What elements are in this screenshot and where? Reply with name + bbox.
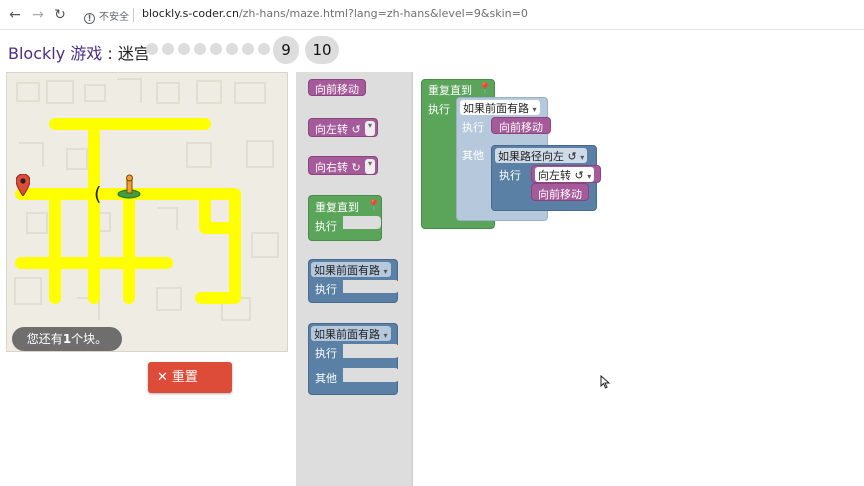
dropdown-arrow-icon[interactable]: ▾ — [365, 121, 376, 136]
maze-path — [15, 118, 241, 304]
statement-slot — [343, 344, 399, 358]
maze-svg — [14, 78, 279, 321]
workspace-turn-left-block[interactable]: 向左转 ↺ ▾ — [531, 165, 601, 183]
warning-icon: ! — [84, 13, 95, 24]
close-icon: ✕ — [157, 370, 168, 385]
level-6-dot[interactable] — [226, 43, 238, 55]
dropdown-arrow-icon[interactable]: ▾ — [365, 159, 376, 174]
toolbox-move-forward-block[interactable]: 向前移动 — [308, 79, 366, 96]
page-header: Blockly 游戏 : 迷宫 — [0, 30, 864, 72]
level-7-dot[interactable] — [242, 43, 254, 55]
mouse-cursor-icon — [600, 375, 611, 389]
if-path-dropdown[interactable]: 如果前面有路 ▾ — [311, 262, 391, 277]
level-1-dot[interactable] — [146, 43, 158, 55]
level-3-dot[interactable] — [178, 43, 190, 55]
if-direction-dropdown[interactable]: 如果路径向左 ↺ ▾ — [495, 148, 588, 163]
forward-icon[interactable]: → — [28, 5, 48, 25]
workspace-move-forward-block[interactable]: 向前移动 — [491, 117, 551, 134]
game-name: 迷宫 — [117, 44, 150, 63]
remaining-blocks-message: 您还有1个块。 — [12, 327, 122, 351]
app-name-link[interactable]: Blockly 游戏 — [8, 44, 102, 63]
title-separator: : — [102, 44, 118, 63]
url-separator — [133, 8, 134, 22]
maze-board: ( — [6, 72, 288, 352]
level-10-button[interactable]: 10 — [305, 36, 339, 64]
url-path: /zh-hans/maze.html?lang=zh-hans&level=9&… — [238, 7, 528, 20]
else-statement-slot — [343, 368, 399, 382]
workspace-move-forward-block-2[interactable]: 向前移动 — [531, 183, 589, 201]
toolbox-if-else-path-block[interactable]: 如果前面有路 ▾ 执行 其他 — [308, 323, 399, 395]
toolbox-repeat-until-block[interactable]: 重复直到 📍 执行 — [308, 195, 382, 241]
level-5-dot[interactable] — [210, 43, 222, 55]
level-4-dot[interactable] — [194, 43, 206, 55]
map-pin-icon: 📍 — [478, 82, 492, 95]
browser-toolbar: ← → ↻ ! 不安全 blockly.s-coder.cn/zh-hans/ma… — [0, 0, 864, 30]
statement-slot — [343, 280, 399, 293]
back-icon[interactable]: ← — [5, 5, 25, 25]
pegman-icon — [115, 173, 145, 203]
turn-direction-dropdown[interactable]: 向左转 ↺ ▾ — [535, 167, 595, 182]
if-path-dropdown[interactable]: 如果前面有路 ▾ — [311, 326, 391, 341]
toolbox-turn-left-block[interactable]: 向左转 ↺ ▾ — [308, 118, 378, 137]
blockly-workspace[interactable]: 重复直到 📍 执行 如果前面有路 ▾ 执行 其他 向前移动 如果路径向左 ↺ ▾… — [412, 72, 864, 486]
security-indicator[interactable]: ! 不安全 — [84, 8, 129, 24]
address-bar[interactable]: blockly.s-coder.cn/zh-hans/maze.html?lan… — [142, 7, 528, 20]
pegman-trail-mark: ( — [94, 183, 102, 205]
level-8-dot[interactable] — [258, 43, 270, 55]
toolbox-turn-right-block[interactable]: 向右转 ↻ ▾ — [308, 156, 378, 175]
toolbox-flyout: 向前移动 向左转 ↺ ▾ 向右转 ↻ ▾ 重复直到 📍 执行 如果前面有路 ▾ 执行… — [296, 72, 412, 486]
page-title: Blockly 游戏 : 迷宫 — [8, 40, 150, 64]
statement-slot — [343, 216, 381, 229]
map-pin-icon: 📍 — [367, 199, 381, 212]
if-path-dropdown[interactable]: 如果前面有路 ▾ — [460, 100, 540, 115]
reload-icon[interactable]: ↻ — [50, 5, 70, 25]
level-2-dot[interactable] — [162, 43, 174, 55]
level-9-button[interactable]: 9 — [273, 36, 299, 64]
url-host: blockly.s-coder.cn — [142, 7, 239, 20]
toolbox-if-path-block[interactable]: 如果前面有路 ▾ 执行 — [308, 259, 399, 303]
goal-map-pin-icon — [15, 173, 31, 200]
reset-button[interactable]: ✕ 重置 — [148, 362, 232, 393]
